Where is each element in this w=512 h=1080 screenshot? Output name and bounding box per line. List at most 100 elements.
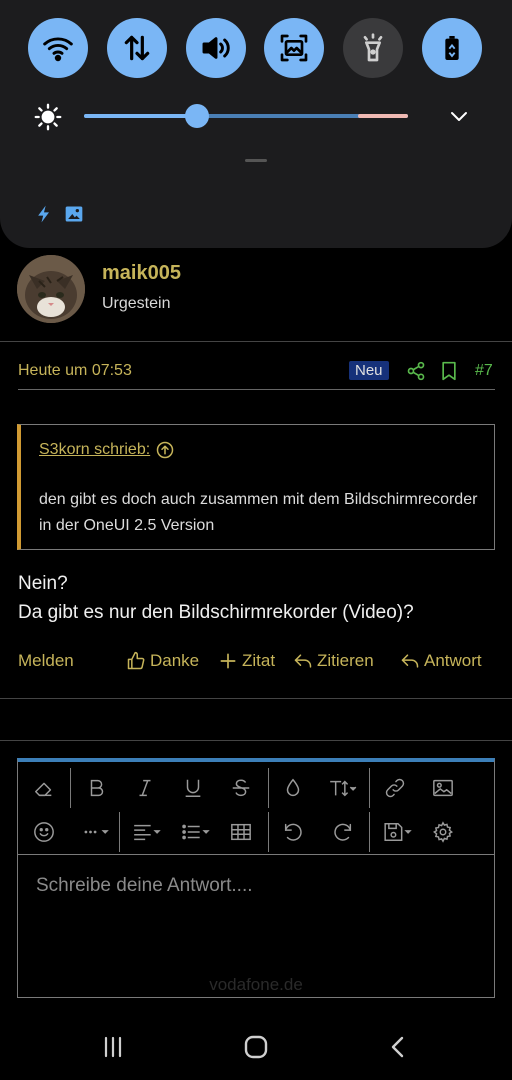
divider — [18, 389, 495, 390]
brightness-icon — [34, 103, 62, 131]
recents-button[interactable] — [98, 1032, 128, 1062]
back-button[interactable] — [384, 1032, 414, 1062]
cite-label: Zitieren — [317, 651, 374, 670]
watermark: vodafone.de — [209, 975, 303, 994]
report-button[interactable]: Melden — [18, 651, 74, 671]
link-button[interactable] — [379, 772, 411, 804]
more-button[interactable] — [76, 816, 116, 848]
more-icon — [84, 830, 109, 834]
cite-button[interactable]: Zitieren — [293, 651, 374, 671]
post-actions: Melden Danke Zitat Zitieren Antwort — [18, 651, 496, 675]
brightness-slider-thumb[interactable] — [185, 104, 210, 128]
flashlight-icon — [363, 33, 383, 62]
home-button[interactable] — [241, 1032, 271, 1062]
align-button[interactable] — [126, 816, 168, 848]
brightness-high-zone — [358, 114, 408, 118]
bolt-icon — [38, 205, 49, 223]
arrow-up-circle-icon[interactable] — [156, 441, 174, 459]
table-button[interactable] — [225, 816, 257, 848]
quick-settings-panel — [0, 0, 512, 248]
underline-icon — [185, 779, 201, 797]
divider — [0, 740, 512, 741]
screenshot-toggle[interactable] — [264, 18, 324, 78]
save-button[interactable] — [377, 816, 419, 848]
toolbar-separator — [268, 768, 269, 808]
gallery-icon — [65, 206, 83, 222]
redo-button[interactable] — [327, 816, 359, 848]
wifi-toggle[interactable] — [28, 18, 88, 78]
toolbar-separator — [268, 812, 269, 852]
color-button[interactable] — [277, 772, 309, 804]
avatar[interactable] — [17, 255, 85, 323]
divider — [0, 341, 512, 342]
home-icon — [244, 1035, 268, 1059]
reply-icon — [401, 654, 419, 668]
emoji-button[interactable] — [28, 816, 60, 848]
quote-text: den gibt es doch auch zusammen mit dem B… — [39, 491, 478, 534]
thanks-button[interactable]: Danke — [126, 651, 199, 671]
font-size-button[interactable] — [322, 772, 364, 804]
plus-icon — [220, 653, 236, 669]
notification-icons — [34, 204, 84, 224]
report-label: Melden — [18, 651, 74, 670]
toolbar-separator — [369, 768, 370, 808]
toolbar-separator — [119, 812, 120, 852]
strikethrough-button[interactable] — [225, 772, 257, 804]
reply-button[interactable]: Antwort — [400, 651, 482, 671]
post-date[interactable]: Heute um 07:53 — [18, 362, 132, 380]
chevron-down-icon[interactable] — [447, 104, 471, 128]
image-button[interactable] — [427, 772, 459, 804]
save-icon — [384, 823, 412, 841]
drag-handle[interactable] — [245, 159, 267, 162]
list-button[interactable] — [175, 816, 217, 848]
font-size-icon — [330, 780, 357, 797]
undo-icon — [284, 823, 302, 841]
redo-icon — [334, 823, 352, 841]
toolbar-separator — [369, 812, 370, 852]
italic-button[interactable] — [129, 772, 161, 804]
eraser-button[interactable] — [28, 772, 60, 804]
editor-toolbar-row — [18, 766, 494, 810]
align-icon — [134, 824, 161, 841]
settings-button[interactable] — [427, 816, 459, 848]
mobile-data-icon — [124, 35, 150, 61]
bold-icon — [90, 779, 104, 797]
underline-button[interactable] — [177, 772, 209, 804]
sound-icon — [202, 37, 230, 59]
new-badge: Neu — [349, 361, 389, 380]
divider — [0, 698, 512, 699]
wifi-icon — [43, 37, 73, 62]
flashlight-toggle[interactable] — [343, 18, 403, 78]
toolbar-separator — [70, 768, 71, 808]
thanks-label: Danke — [150, 651, 200, 670]
quote-author-link[interactable]: S3korn schrieb: — [39, 441, 174, 459]
reply-icon — [294, 654, 312, 668]
list-icon — [182, 824, 210, 840]
quote-button[interactable]: Zitat — [218, 651, 275, 671]
bookmark-icon[interactable] — [440, 361, 458, 381]
eraser-icon — [35, 782, 52, 797]
color-icon — [286, 778, 300, 796]
undo-button[interactable] — [277, 816, 309, 848]
bold-button[interactable] — [81, 772, 113, 804]
username[interactable]: maik005 — [102, 262, 181, 285]
sound-toggle[interactable] — [186, 18, 246, 78]
post-body-line: Da gibt es nur den Bildschirmrekorder (V… — [18, 602, 414, 623]
image-icon — [433, 779, 453, 797]
power-saving-toggle[interactable] — [422, 18, 482, 78]
italic-icon — [139, 779, 151, 797]
post-body-line: Nein? — [18, 573, 68, 594]
screenshot-icon — [280, 34, 308, 62]
thumbs-up-icon — [127, 651, 145, 670]
strikethrough-icon — [232, 779, 250, 797]
mobile-data-toggle[interactable] — [107, 18, 167, 78]
share-icon[interactable] — [406, 361, 426, 381]
reply-label: Antwort — [424, 651, 482, 670]
recents-icon — [104, 1036, 122, 1058]
navigation-bar — [0, 1010, 512, 1080]
post-number[interactable]: #7 — [475, 362, 493, 380]
back-icon — [391, 1036, 404, 1058]
editor-toolbar-row — [18, 810, 494, 854]
reply-editor — [17, 758, 495, 998]
quote-label: Zitat — [242, 651, 276, 670]
